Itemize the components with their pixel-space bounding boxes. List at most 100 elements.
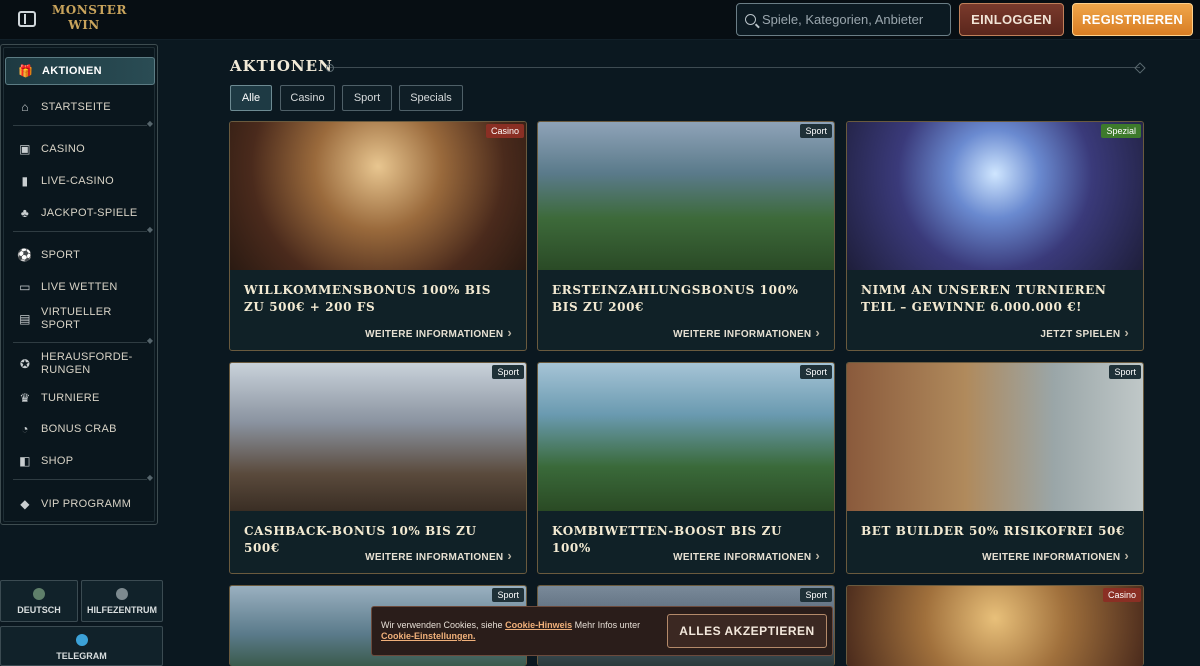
promo-image-tournament	[847, 122, 1143, 270]
sidebar-item-label: LIVE WETTEN	[41, 281, 118, 293]
sidebar-toggle-icon[interactable]	[18, 11, 36, 27]
promo-image-cashback	[230, 363, 526, 511]
category-badge: Sport	[800, 588, 832, 602]
logo[interactable]: MONSTER WIN	[52, 3, 126, 37]
sidebar-item-label: TURNIERE	[41, 392, 100, 404]
trophy-icon: ♛	[19, 391, 31, 405]
sidebar-item-herausforderungen[interactable]: ✪ HERAUSFORDE-RUNGEN	[5, 350, 155, 378]
sidebar-item-live-wetten[interactable]: ▭ LIVE WETTEN	[5, 277, 155, 297]
search-icon	[745, 14, 756, 25]
help-center-button[interactable]: HILFEZENTRUM	[81, 580, 163, 622]
more-info-link[interactable]: WEITERE INFORMATIONEN	[673, 325, 820, 340]
tab-specials[interactable]: Specials	[399, 85, 463, 111]
category-badge: Sport	[800, 124, 832, 138]
cookie-settings-link[interactable]: Cookie-Einstellungen.	[381, 631, 476, 641]
accept-all-button[interactable]: ALLES AKZEPTIEREN	[667, 614, 827, 648]
more-info-link[interactable]: WEITERE INFORMATIONEN	[673, 548, 820, 563]
more-info-link[interactable]: WEITERE INFORMATIONEN	[365, 325, 512, 340]
sidebar-item-label: VIP PROGRAMM	[41, 498, 132, 510]
search-box[interactable]	[736, 3, 951, 36]
monitor-icon: ▤	[19, 311, 31, 326]
more-info-link[interactable]: WEITERE INFORMATIONEN	[982, 548, 1129, 563]
cookie-text: Wir verwenden Cookies, siehe Cookie-Hinw…	[381, 620, 651, 642]
language-label: DEUTSCH	[17, 605, 61, 615]
badge-icon: ✪	[19, 356, 31, 371]
cookie-text-1: Wir verwenden Cookies, siehe	[381, 620, 503, 630]
promo-image-combo-boost	[538, 363, 834, 511]
promo-image	[847, 586, 1143, 666]
gift-icon: 🎁	[18, 64, 34, 78]
promo-image-first-deposit	[538, 122, 834, 270]
live-icon: ▭	[19, 280, 31, 294]
promo-image-bet-builder	[847, 363, 1143, 511]
promo-title: NIMM AN UNSEREN TURNIEREN TEIL – GEWINNE…	[861, 283, 1107, 314]
logo-line-2: WIN	[68, 18, 100, 32]
sidebar-item-label: SPORT	[41, 249, 81, 261]
sidebar: 🎁 AKTIONEN ⌂ STARTSEITE ▣ CASINO ▮ LIVE-…	[0, 44, 158, 525]
clover-icon: ♣	[20, 206, 30, 220]
telegram-label: TELEGRAM	[56, 651, 107, 661]
tab-alle[interactable]: Alle	[230, 85, 272, 111]
help-icon	[116, 588, 128, 600]
search-input[interactable]	[762, 12, 942, 27]
sidebar-item-label: CASINO	[41, 143, 85, 155]
sidebar-item-label: JACKPOT-SPIELE	[41, 207, 138, 219]
category-badge: Sport	[800, 365, 832, 379]
sidebar-item-label: STARTSEITE	[41, 101, 111, 113]
language-button[interactable]: DEUTSCH	[0, 580, 78, 622]
sidebar-item-startseite[interactable]: ⌂ STARTSEITE	[5, 97, 155, 117]
slot-machine-icon: ▣	[19, 142, 31, 156]
divider	[13, 336, 153, 345]
sidebar-item-turniere[interactable]: ♛ TURNIERE	[5, 388, 155, 408]
tab-casino[interactable]: Casino	[280, 85, 335, 111]
bag-icon: ◧	[19, 454, 31, 468]
divider	[13, 473, 153, 482]
sidebar-item-label: LIVE-CASINO	[41, 175, 114, 187]
sidebar-item-live-casino[interactable]: ▮ LIVE-CASINO	[5, 171, 155, 191]
promo-card[interactable]: Sport ERSTEINZAHLUNGSBONUS 100% BIS ZU 2…	[537, 121, 835, 351]
help-label: HILFEZENTRUM	[87, 605, 157, 615]
sidebar-item-label: AKTIONEN	[42, 65, 102, 77]
sidebar-item-bonus-crab[interactable]: ◔ BONUS CRAB	[5, 419, 155, 439]
title-divider	[326, 64, 1140, 72]
tab-sport[interactable]: Sport	[342, 85, 392, 111]
sidebar-item-label: SHOP	[41, 455, 74, 467]
cookie-notice-link[interactable]: Cookie-Hinweis	[505, 620, 572, 630]
promo-card[interactable]: Sport CASHBACK-BONUS 10% BIS ZU 500€ WEI…	[229, 362, 527, 574]
register-button[interactable]: REGISTRIEREN	[1072, 3, 1193, 36]
ball-icon: ⚽	[17, 248, 33, 262]
sidebar-item-label: BONUS CRAB	[41, 423, 117, 435]
login-button[interactable]: EINLOGGEN	[959, 3, 1064, 36]
divider	[13, 119, 153, 128]
promo-card[interactable]: Casino	[846, 585, 1144, 666]
sidebar-item-jackpot[interactable]: ♣ JACKPOT-SPIELE	[5, 203, 155, 223]
sidebar-item-casino[interactable]: ▣ CASINO	[5, 139, 155, 159]
sidebar-item-sport[interactable]: ⚽ SPORT	[5, 245, 155, 265]
cookie-text-2: Mehr Infos unter	[574, 620, 641, 630]
promo-card[interactable]: Casino WILLKOMMENSBONUS 100% BIS ZU 500€…	[229, 121, 527, 351]
promo-title: BET BUILDER 50% RISIKOFREI 50€	[861, 524, 1125, 538]
sidebar-item-virtueller-sport[interactable]: ▤ VIRTUELLER SPORT	[5, 305, 155, 333]
sidebar-item-label: VIRTUELLER SPORT	[41, 306, 112, 331]
sidebar-item-shop[interactable]: ◧ SHOP	[5, 451, 155, 471]
divider	[13, 225, 153, 234]
play-now-link[interactable]: JETZT SPIELEN	[1040, 325, 1129, 340]
sidebar-item-vip[interactable]: ◆ VIP PROGRAMM	[5, 494, 155, 514]
crab-icon: ◔	[21, 422, 29, 436]
category-badge: Casino	[1102, 588, 1141, 602]
home-icon: ⌂	[21, 100, 29, 114]
promo-title: ERSTEINZAHLUNGSBONUS 100% BIS ZU 200€	[552, 283, 799, 314]
category-badge: Sport	[492, 588, 524, 602]
more-info-link[interactable]: WEITERE INFORMATIONEN	[365, 548, 512, 563]
promo-title: WILLKOMMENSBONUS 100% BIS ZU 500€ + 200 …	[244, 283, 492, 314]
promo-card[interactable]: Sport KOMBIWETTEN-BOOST BIS ZU 100% WEIT…	[537, 362, 835, 574]
cookie-banner: Wir verwenden Cookies, siehe Cookie-Hinw…	[371, 606, 833, 656]
category-badge: Sport	[492, 365, 524, 379]
telegram-icon	[75, 634, 88, 646]
telegram-button[interactable]: TELEGRAM	[0, 626, 163, 666]
promo-card[interactable]: Sport BET BUILDER 50% RISIKOFREI 50€ WEI…	[846, 362, 1144, 574]
globe-icon	[33, 588, 45, 600]
category-badge: Sport	[1109, 365, 1141, 379]
promo-card[interactable]: Spezial NIMM AN UNSEREN TURNIEREN TEIL –…	[846, 121, 1144, 351]
sidebar-item-aktionen[interactable]: 🎁 AKTIONEN	[5, 57, 155, 85]
